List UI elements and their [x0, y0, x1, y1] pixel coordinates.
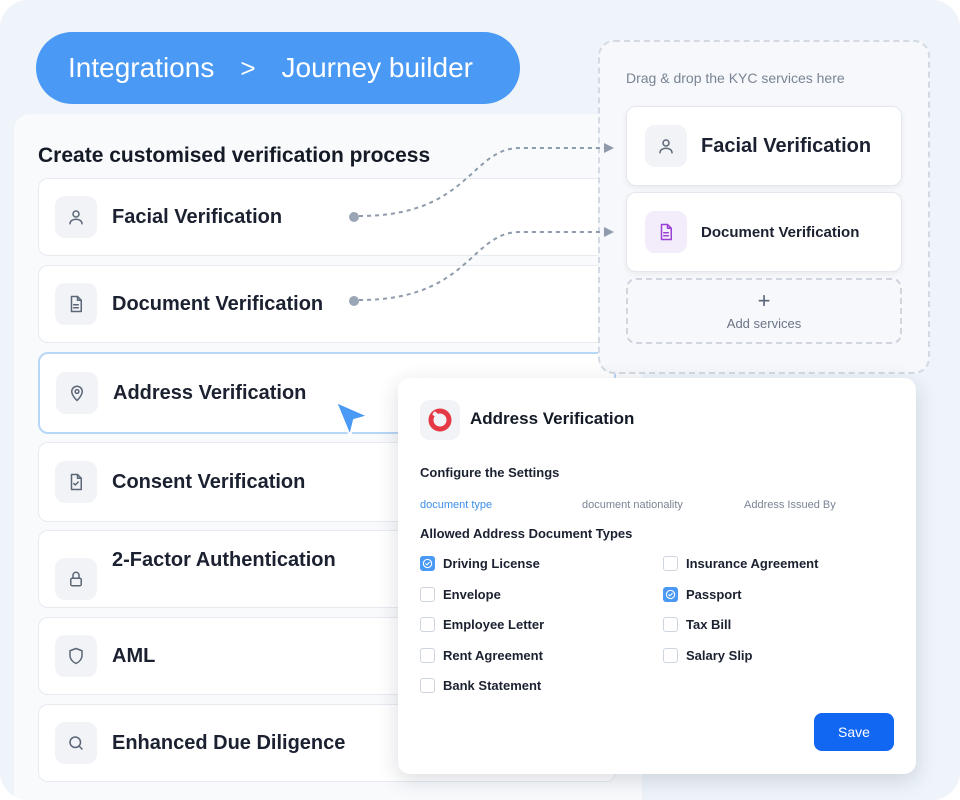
option-label: Insurance Agreement — [686, 556, 819, 571]
shield-icon — [55, 635, 97, 677]
page-title: Create customised verification process — [38, 144, 431, 167]
option-label: Envelope — [443, 587, 501, 602]
checkbox[interactable] — [663, 556, 678, 571]
service-label: Address Verification — [113, 381, 307, 404]
dropped-facial-verification[interactable]: Facial Verification — [626, 106, 902, 186]
option-label: Employee Letter — [443, 617, 545, 632]
tab-document-nationality[interactable]: document nationality — [582, 499, 683, 511]
option-label: Tax Bill — [686, 617, 732, 632]
checkbox-checked[interactable] — [420, 556, 435, 571]
cursor-icon — [335, 401, 369, 437]
save-button[interactable]: Save — [814, 713, 894, 751]
service-label: Enhanced Due Diligence — [112, 731, 346, 754]
service-label: AML — [112, 644, 156, 667]
user-icon — [645, 125, 687, 167]
service-label: Facial Verification — [112, 205, 283, 228]
option-label: Bank Statement — [443, 678, 542, 693]
option-label: Driving License — [443, 556, 540, 571]
connector-handle[interactable] — [349, 212, 359, 222]
breadcrumb: Integrations > Journey builder — [36, 32, 520, 104]
checkbox[interactable] — [420, 587, 435, 602]
service-label: Consent Verification — [112, 470, 306, 493]
document-icon — [55, 283, 97, 325]
option-tax-bill[interactable]: Tax Bill — [663, 617, 731, 632]
option-label: Rent Agreement — [443, 648, 543, 663]
service-label: Document Verification — [112, 292, 324, 315]
checkbox[interactable] — [420, 678, 435, 693]
option-label: Passport — [686, 587, 742, 602]
tab-address-issued-by[interactable]: Address Issued By — [744, 499, 836, 511]
search-icon — [55, 722, 97, 764]
option-driving-license[interactable]: Driving License — [420, 556, 540, 571]
checkbox[interactable] — [420, 617, 435, 632]
user-icon — [55, 196, 97, 238]
configure-settings-label: Configure the Settings — [420, 465, 560, 480]
add-services-label: Add services — [726, 315, 802, 331]
checkbox[interactable] — [420, 648, 435, 663]
plus-icon: + — [757, 287, 771, 313]
dropzone-hint: Drag & drop the KYC services here — [626, 70, 845, 86]
dropped-label: Facial Verification — [701, 134, 872, 157]
service-item-document-verification[interactable]: Document Verification — [38, 265, 616, 343]
service-label: 2-Factor Authentication — [112, 548, 336, 571]
breadcrumb-separator: > — [240, 52, 256, 83]
breadcrumb-journey-builder[interactable]: Journey builder — [282, 52, 473, 84]
address-verification-config: Address Verification Configure the Setti… — [398, 378, 916, 774]
option-envelope[interactable]: Envelope — [420, 587, 501, 602]
service-item-facial-verification[interactable]: Facial Verification — [38, 178, 616, 256]
add-services-button[interactable]: + Add services — [626, 278, 902, 344]
option-rent-agreement[interactable]: Rent Agreement — [420, 648, 543, 663]
option-insurance-agreement[interactable]: Insurance Agreement — [663, 556, 818, 571]
document-icon — [645, 211, 687, 253]
option-passport[interactable]: Passport — [663, 587, 742, 602]
lock-icon — [55, 558, 97, 600]
option-label: Salary Slip — [686, 648, 753, 663]
dropped-document-verification[interactable]: Document Verification — [626, 192, 902, 272]
option-employee-letter[interactable]: Employee Letter — [420, 617, 544, 632]
config-title: Address Verification — [470, 409, 635, 428]
tab-document-type[interactable]: document type — [420, 499, 492, 511]
checkbox[interactable] — [663, 648, 678, 663]
breadcrumb-integrations[interactable]: Integrations — [68, 52, 214, 84]
dropped-label: Document Verification — [701, 223, 860, 241]
provider-logo-icon — [420, 400, 460, 440]
checkbox-checked[interactable] — [663, 587, 678, 602]
clipboard-check-icon — [55, 461, 97, 503]
option-bank-statement[interactable]: Bank Statement — [420, 678, 541, 693]
option-salary-slip[interactable]: Salary Slip — [663, 648, 752, 663]
allowed-types-label: Allowed Address Document Types — [420, 526, 633, 541]
connector-handle[interactable] — [349, 296, 359, 306]
location-pin-icon — [56, 372, 98, 414]
canvas: Integrations > Journey builder Create cu… — [0, 0, 960, 800]
checkbox[interactable] — [663, 617, 678, 632]
